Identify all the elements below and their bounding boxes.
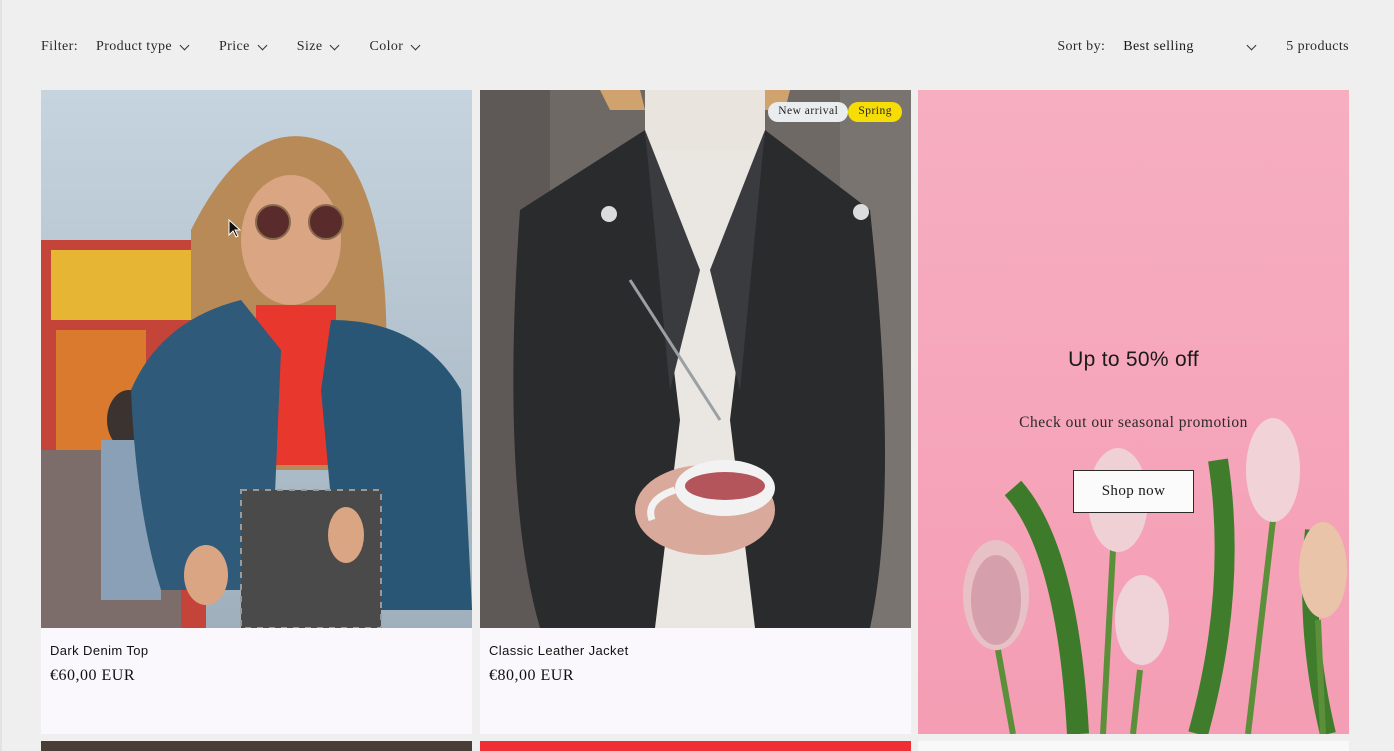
product-image[interactable]: New arrival Spring: [480, 90, 911, 628]
promo-title: Up to 50% off: [1068, 348, 1199, 371]
chevron-down-icon: [257, 40, 268, 50]
product-title[interactable]: Dark Denim Top: [50, 643, 149, 658]
filter-color[interactable]: Color: [369, 39, 421, 55]
tulips-illustration: [918, 90, 1349, 734]
next-row-card-peek[interactable]: [480, 741, 911, 751]
mouse-cursor-icon: [228, 219, 242, 238]
left-gutter: [0, 0, 2, 751]
sort-select[interactable]: Best selling: [1123, 39, 1257, 55]
promo-subtitle: Check out our seasonal promotion: [1019, 414, 1248, 431]
product-price: €80,00 EUR: [489, 667, 574, 684]
chevron-down-icon: [330, 40, 340, 50]
promo-card: Up to 50% off Check out our seasonal pro…: [918, 90, 1349, 734]
filter-price-label: Price: [219, 39, 250, 54]
filter-label: Filter:: [41, 39, 79, 54]
next-row-card-peek[interactable]: [918, 741, 1349, 751]
product-image[interactable]: [41, 90, 472, 628]
product-card[interactable]: Dark Denim Top €60,00 EUR: [41, 90, 472, 734]
badge-spring: Spring: [848, 102, 902, 122]
product-badges: New arrival Spring: [768, 102, 902, 122]
product-count: 5 products: [1286, 39, 1349, 54]
chevron-down-icon: [179, 40, 190, 50]
sort-selected-value: Best selling: [1123, 39, 1194, 54]
sort-label: Sort by:: [1057, 39, 1106, 54]
next-row-card-peek[interactable]: [41, 741, 472, 751]
filter-size[interactable]: Size: [296, 39, 340, 55]
filter-price[interactable]: Price: [219, 39, 268, 55]
badge-new-arrival: New arrival: [768, 102, 849, 122]
filter-color-label: Color: [369, 39, 404, 54]
chevron-down-icon: [1246, 40, 1257, 50]
product-title[interactable]: Classic Leather Jacket: [489, 643, 629, 658]
shop-now-button[interactable]: Shop now: [1073, 470, 1194, 513]
filter-product-type-label: Product type: [96, 39, 172, 54]
product-price: €60,00 EUR: [50, 667, 135, 684]
filter-size-label: Size: [296, 39, 323, 54]
filter-product-type[interactable]: Product type: [96, 39, 190, 55]
product-card[interactable]: New arrival Spring Classic Leather Jacke…: [480, 90, 911, 734]
chevron-down-icon: [410, 40, 421, 50]
facets-toolbar: Filter: Product type Price Size Color So…: [41, 28, 1349, 66]
